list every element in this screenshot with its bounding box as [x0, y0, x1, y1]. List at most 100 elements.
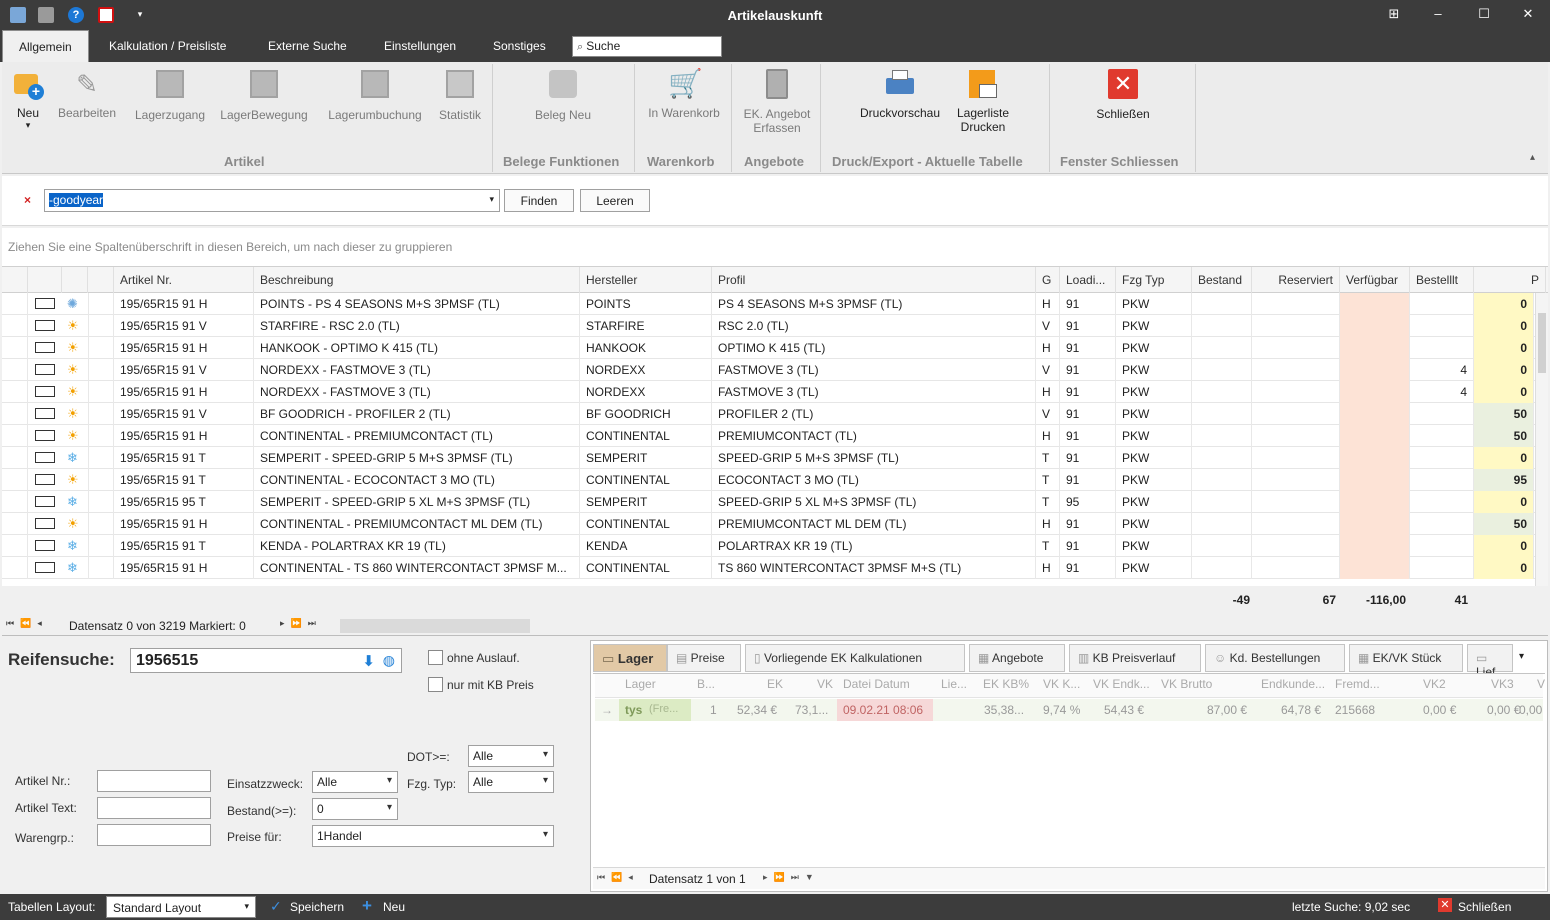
ohne-auslauf-checkbox[interactable]	[428, 650, 443, 665]
row-checkbox[interactable]	[35, 408, 55, 419]
schliessen-ribbon-button[interactable]: ✕ Schließen	[1086, 68, 1160, 121]
col-loadindex[interactable]: Loadi...	[1060, 267, 1116, 293]
schliessen-button[interactable]: Schließen	[1458, 900, 1511, 914]
dcol-lie[interactable]: Lie...	[941, 677, 967, 691]
maximize-button[interactable]: ☐	[1474, 6, 1494, 22]
dcol-fremd[interactable]: Fremd...	[1335, 677, 1380, 691]
table-row[interactable]: ❄ 195/65R15 91 T SEMPERIT - SPEED-GRIP 5 M…	[2, 447, 1548, 469]
warengrp-input[interactable]	[97, 824, 211, 846]
table-row[interactable]: ❄ 195/65R15 91 H CONTINENTAL - TS 860 WINT…	[2, 557, 1548, 579]
restore-layout-icon[interactable]: ⊞	[1384, 6, 1404, 22]
table-row[interactable]: ☀ 195/65R15 91 V NORDEXX - FASTMOVE 3 (TL)…	[2, 359, 1548, 381]
dcol-v[interactable]: V	[1537, 677, 1545, 691]
collapse-ribbon-icon[interactable]: ▴	[1530, 152, 1535, 163]
minimize-button[interactable]: –	[1428, 6, 1448, 21]
dcol-vkendk[interactable]: VK Endk...	[1093, 677, 1150, 691]
tab-ek-kalkulationen[interactable]: ▯ Vorliegende EK Kalkulationen	[745, 644, 965, 672]
row-checkbox[interactable]	[35, 320, 55, 331]
col-artikel-nr[interactable]: Artikel Nr.	[114, 267, 254, 293]
speichern-button[interactable]: Speichern	[290, 900, 344, 914]
dcol-ekkb[interactable]: EK KB%	[983, 677, 1029, 691]
tab-kd-bestellungen[interactable]: ☺ Kd. Bestellungen	[1205, 644, 1345, 672]
clear-search-icon[interactable]: ×	[24, 193, 31, 207]
col-bestellt[interactable]: Bestelllt	[1410, 267, 1474, 293]
table-row[interactable]: ☀ 195/65R15 91 H NORDEXX - FASTMOVE 3 (TL)…	[2, 381, 1548, 403]
tab-kalkulation[interactable]: Kalkulation / Preisliste	[109, 39, 226, 53]
bestand-select[interactable]: 0	[312, 798, 398, 820]
tab-sonstiges[interactable]: Sonstiges	[493, 39, 546, 53]
dcol-ek[interactable]: EK	[767, 677, 783, 691]
lagerbewegung-button[interactable]: LagerBewegung	[216, 68, 312, 122]
row-checkbox[interactable]	[35, 342, 55, 353]
tab-kb-preisverlauf[interactable]: ▥ KB Preisverlauf	[1069, 644, 1201, 672]
table-row[interactable]: ☀ 195/65R15 91 V BF GOODRICH - PROFILER 2 …	[2, 403, 1548, 425]
statistik-button[interactable]: Statistik	[432, 68, 488, 122]
row-checkbox[interactable]	[35, 298, 55, 309]
table-row[interactable]: ☀ 195/65R15 91 H CONTINENTAL - PREMIUMCONT…	[2, 425, 1548, 447]
einsatzzweck-select[interactable]: Alle	[312, 771, 398, 793]
tab-externe-suche[interactable]: Externe Suche	[268, 39, 347, 53]
tab-preise[interactable]: ▤ Preise	[667, 644, 741, 672]
more-tabs-icon[interactable]: ▾	[1519, 651, 1524, 662]
detail-nav-first-prev-icons[interactable]: ⏮⏪◂	[597, 872, 639, 883]
grid-horizontal-scrollbar[interactable]	[340, 619, 530, 633]
neu-button[interactable]: + Neu ▾	[8, 68, 48, 131]
dcol-b[interactable]: B...	[697, 677, 715, 691]
fzg-typ-select[interactable]: Alle	[468, 771, 554, 793]
tab-angebote[interactable]: ▦ Angebote	[969, 644, 1065, 672]
chevron-down-icon[interactable]: ▾	[244, 901, 249, 912]
nur-kb-preis-checkbox[interactable]	[428, 677, 443, 692]
row-checkbox[interactable]	[35, 364, 55, 375]
arrow-down-icon[interactable]: ⬇	[362, 652, 375, 670]
beleg-neu-button[interactable]: Beleg Neu	[530, 68, 596, 122]
lagerzugang-button[interactable]: Lagerzugang	[130, 68, 210, 122]
row-checkbox[interactable]	[35, 474, 55, 485]
artikel-text-input[interactable]	[97, 797, 211, 819]
nav-first-prev-icons[interactable]: ⏮⏪◂	[6, 618, 48, 629]
dcol-vk2[interactable]: VK2	[1423, 677, 1446, 691]
row-checkbox[interactable]	[35, 452, 55, 463]
col-bestand[interactable]: Bestand	[1192, 267, 1252, 293]
col-g[interactable]: G	[1036, 267, 1060, 293]
tab-lager[interactable]: ▭ Lager	[593, 644, 667, 672]
row-checkbox[interactable]	[35, 562, 55, 573]
detail-nav-next-last-icons[interactable]: ▸⏩⏭▼	[763, 872, 820, 883]
globe-icon[interactable]: ◍	[383, 652, 395, 669]
druckvorschau-button[interactable]: Druckvorschau	[856, 68, 944, 120]
col-fzg-typ[interactable]: Fzg Typ	[1116, 267, 1192, 293]
menu-search-input[interactable]: ⌕ Suche	[572, 36, 722, 57]
col-hersteller[interactable]: Hersteller	[580, 267, 712, 293]
row-checkbox[interactable]	[35, 518, 55, 529]
lagerumbuchung-button[interactable]: Lagerumbuchung	[320, 68, 430, 122]
tab-einstellungen[interactable]: Einstellungen	[384, 39, 456, 53]
artikel-nr-input[interactable]	[97, 770, 211, 792]
dcol-endkunde[interactable]: Endkunde...	[1261, 677, 1325, 691]
col-beschreibung[interactable]: Beschreibung	[254, 267, 580, 293]
grid-vertical-scrollbar[interactable]	[1535, 293, 1548, 586]
row-checkbox[interactable]	[35, 386, 55, 397]
table-row[interactable]: ☀ 195/65R15 91 V STARFIRE - RSC 2.0 (TL) ST…	[2, 315, 1548, 337]
col-profil[interactable]: Profil	[712, 267, 1036, 293]
chevron-down-icon[interactable]: ▾	[489, 194, 494, 205]
article-search-input[interactable]: -goodyear ▾	[44, 189, 500, 212]
neu-layout-button[interactable]: Neu	[383, 900, 405, 914]
row-checkbox[interactable]	[35, 540, 55, 551]
dcol-vk3[interactable]: VK3	[1491, 677, 1514, 691]
dcol-vkbrutto[interactable]: VK Brutto	[1161, 677, 1212, 691]
finden-button[interactable]: Finden	[504, 189, 574, 212]
ek-angebot-button[interactable]: EK. Angebot Erfassen	[738, 68, 816, 135]
table-row[interactable]: ✺ 195/65R15 91 H POINTS - PS 4 SEASONS M+S…	[2, 293, 1548, 315]
tab-allgemein[interactable]: Allgemein	[2, 30, 89, 62]
bearbeiten-button[interactable]: ✎ Bearbeiten	[54, 68, 120, 120]
col-verfuegbar[interactable]: Verfügbar	[1340, 267, 1410, 293]
table-row[interactable]: ❄ 195/65R15 91 T KENDA - POLARTRAX KR 19 (…	[2, 535, 1548, 557]
reifensuche-input[interactable]: 1956515 ⬇ ◍	[130, 648, 402, 673]
table-row[interactable]: ☀ 195/65R15 91 H HANKOOK - OPTIMO K 415 (T…	[2, 337, 1548, 359]
tab-lief[interactable]: ▭ Lief	[1467, 644, 1513, 679]
layout-select[interactable]: Standard Layout ▾	[106, 896, 256, 918]
dot-select[interactable]: Alle	[468, 745, 554, 767]
row-checkbox[interactable]	[35, 430, 55, 441]
table-row[interactable]: ☀ 195/65R15 91 T CONTINENTAL - ECOCONTACT …	[2, 469, 1548, 491]
leeren-button[interactable]: Leeren	[580, 189, 650, 212]
tab-ekvk-stueck[interactable]: ▦ EK/VK Stück	[1349, 644, 1463, 672]
